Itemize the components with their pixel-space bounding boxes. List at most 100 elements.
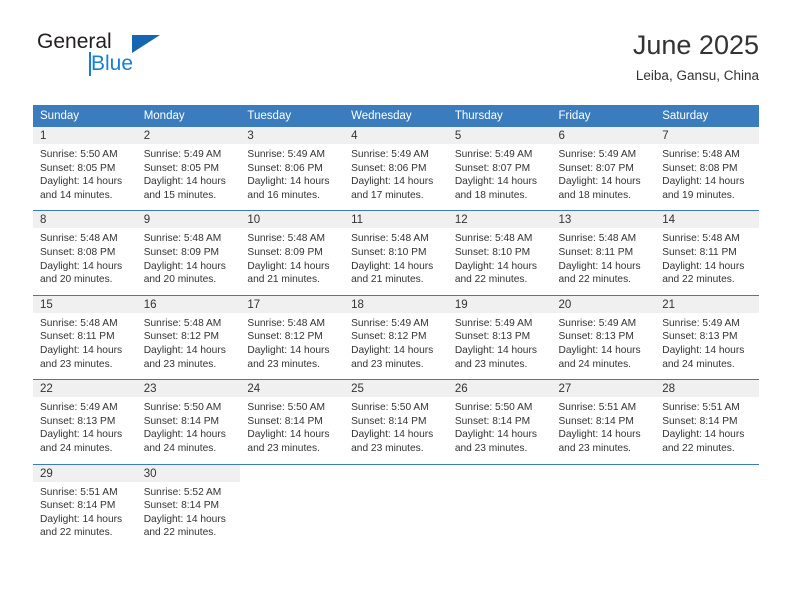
sunset-text: Sunset: 8:14 PM — [351, 415, 427, 427]
day-number — [551, 464, 656, 482]
calendar-day-cell[interactable]: 29 Sunrise: 5:51 AM Sunset: 8:14 PM Dayligh… — [33, 463, 137, 548]
day-details: Sunrise: 5:51 AM Sunset: 8:14 PM Daylight:… — [33, 482, 137, 548]
day-number: 17 — [240, 295, 345, 313]
generalblue-logo[interactable]: General Blue — [33, 28, 213, 86]
calendar-day-cell[interactable]: 28 Sunrise: 5:51 AM Sunset: 8:14 PM Dayligh… — [655, 379, 759, 464]
calendar-day-cell[interactable]: 16 Sunrise: 5:48 AM Sunset: 8:12 PM Dayligh… — [136, 294, 241, 380]
calendar-day-cell[interactable]: 21 Sunrise: 5:49 AM Sunset: 8:13 PM Dayligh… — [655, 294, 759, 380]
calendar-day-cell[interactable]: 14 Sunrise: 5:48 AM Sunset: 8:11 PM Dayligh… — [655, 210, 759, 296]
calendar-day-cell[interactable]: 15 Sunrise: 5:48 AM Sunset: 8:11 PM Dayligh… — [33, 294, 137, 380]
day-details: Sunrise: 5:48 AM Sunset: 8:12 PM Daylight:… — [240, 313, 344, 379]
day-number: 26 — [447, 380, 552, 398]
weekday-header-friday: Friday — [551, 105, 656, 127]
sunrise-text: Sunrise: 5:48 AM — [351, 233, 429, 245]
calendar-day-cell[interactable]: 30 Sunrise: 5:52 AM Sunset: 8:14 PM Dayligh… — [136, 463, 241, 548]
calendar-day-cell[interactable]: 25 Sunrise: 5:50 AM Sunset: 8:14 PM Dayligh… — [344, 379, 448, 464]
calendar-week-row: 8 Sunrise: 5:48 AM Sunset: 8:08 PM Daylight… — [33, 210, 759, 296]
day-number: 6 — [551, 127, 656, 144]
sunrise-text: Sunrise: 5:49 AM — [558, 317, 637, 329]
sunrise-text: Sunrise: 5:51 AM — [40, 486, 118, 498]
sunset-text: Sunset: 8:12 PM — [247, 331, 323, 343]
calendar-day-cell[interactable]: 13 Sunrise: 5:48 AM Sunset: 8:11 PM Dayligh… — [551, 210, 656, 296]
day-details — [344, 482, 448, 544]
sunrise-text: Sunrise: 5:48 AM — [454, 233, 533, 245]
calendar-day-cell[interactable]: 10 Sunrise: 5:48 AM Sunset: 8:09 PM Dayligh… — [240, 210, 345, 296]
sunrise-text: Sunrise: 5:49 AM — [247, 149, 325, 160]
sunset-text: Sunset: 8:10 PM — [454, 246, 531, 258]
day-details: Sunrise: 5:49 AM Sunset: 8:13 PM Daylight:… — [655, 313, 759, 379]
calendar-day-cell[interactable]: 27 Sunrise: 5:51 AM Sunset: 8:14 PM Dayligh… — [551, 379, 656, 464]
daylight-text: Daylight: 14 hours and 20 minutes. — [143, 260, 226, 286]
day-number: 2 — [136, 127, 241, 144]
calendar-day-cell[interactable]: 18 Sunrise: 5:49 AM Sunset: 8:12 PM Dayligh… — [344, 294, 448, 380]
daylight-text: Daylight: 14 hours and 24 minutes. — [558, 344, 641, 370]
calendar-day-cell[interactable]: 7 Sunrise: 5:48 AM Sunset: 8:08 PM Daylight… — [655, 127, 759, 211]
day-details: Sunrise: 5:48 AM Sunset: 8:09 PM Daylight:… — [137, 228, 241, 294]
calendar-day-cell[interactable]: 26 Sunrise: 5:50 AM Sunset: 8:14 PM Dayligh… — [447, 379, 552, 464]
sunset-text: Sunset: 8:07 PM — [454, 162, 531, 174]
title-block: June 2025 Leiba, Gansu, China — [633, 28, 759, 86]
sunrise-text: Sunrise: 5:48 AM — [40, 233, 118, 245]
day-details: Sunrise: 5:50 AM Sunset: 8:14 PM Daylight:… — [137, 397, 241, 463]
daylight-text: Daylight: 14 hours and 24 minutes. — [143, 429, 226, 454]
day-details: Sunrise: 5:50 AM Sunset: 8:05 PM Daylight:… — [33, 144, 137, 210]
sunrise-text: Sunrise: 5:48 AM — [143, 233, 222, 245]
calendar-week-row: 15 Sunrise: 5:48 AM Sunset: 8:11 PM Dayligh… — [33, 294, 759, 380]
calendar-day-cell[interactable]: 17 Sunrise: 5:48 AM Sunset: 8:12 PM Dayligh… — [240, 294, 345, 380]
day-number: 9 — [136, 211, 241, 229]
day-number: 11 — [344, 211, 448, 229]
sunset-text: Sunset: 8:06 PM — [247, 162, 323, 174]
day-number: 12 — [447, 211, 552, 229]
sunset-text: Sunset: 8:13 PM — [40, 415, 116, 427]
calendar-day-cell[interactable]: 11 Sunrise: 5:48 AM Sunset: 8:10 PM Dayligh… — [344, 210, 448, 296]
sunset-text: Sunset: 8:11 PM — [40, 331, 115, 343]
day-number: 18 — [344, 295, 448, 313]
calendar-day-cell[interactable]: 20 Sunrise: 5:49 AM Sunset: 8:13 PM Dayligh… — [551, 294, 656, 380]
calendar-day-cell[interactable]: 4 Sunrise: 5:49 AM Sunset: 8:06 PM Daylight… — [344, 127, 448, 211]
daylight-text: Daylight: 14 hours and 23 minutes. — [247, 429, 330, 454]
sunset-text: Sunset: 8:14 PM — [662, 415, 738, 427]
calendar-header-row: Sunday Monday Tuesday Wednesday Thursday… — [33, 105, 759, 127]
sunrise-text: Sunrise: 5:49 AM — [558, 149, 637, 160]
calendar-day-cell[interactable]: 2 Sunrise: 5:49 AM Sunset: 8:05 PM Daylight… — [136, 127, 241, 211]
calendar-day-cell[interactable]: 6 Sunrise: 5:49 AM Sunset: 8:07 PM Daylight… — [551, 127, 656, 211]
calendar-day-cell[interactable]: 9 Sunrise: 5:48 AM Sunset: 8:09 PM Daylight… — [136, 210, 241, 296]
calendar-cell-empty — [551, 463, 656, 548]
calendar-cell-empty — [344, 463, 448, 548]
day-details: Sunrise: 5:48 AM Sunset: 8:10 PM Daylight:… — [344, 228, 448, 294]
day-number: 19 — [447, 295, 552, 313]
weekday-header-monday: Monday — [136, 105, 241, 127]
calendar-day-cell[interactable]: 12 Sunrise: 5:48 AM Sunset: 8:10 PM Dayligh… — [447, 210, 552, 296]
sunrise-text: Sunrise: 5:48 AM — [143, 317, 222, 329]
sunset-text: Sunset: 8:13 PM — [454, 331, 531, 343]
sunrise-text: Sunrise: 5:51 AM — [558, 402, 637, 414]
calendar-day-cell[interactable]: 24 Sunrise: 5:50 AM Sunset: 8:14 PM Dayligh… — [240, 379, 345, 464]
calendar-cell-empty — [447, 463, 552, 548]
day-number: 21 — [655, 295, 759, 313]
weekday-header-wednesday: Wednesday — [344, 105, 448, 127]
calendar-day-cell[interactable]: 1 Sunrise: 5:50 AM Sunset: 8:05 PM Daylight… — [33, 127, 137, 211]
sunset-text: Sunset: 8:14 PM — [40, 500, 116, 512]
day-details: Sunrise: 5:50 AM Sunset: 8:14 PM Daylight:… — [240, 397, 344, 463]
day-number: 27 — [551, 380, 656, 398]
day-number: 4 — [344, 127, 448, 144]
calendar-day-cell[interactable]: 8 Sunrise: 5:48 AM Sunset: 8:08 PM Daylight… — [33, 210, 137, 296]
daylight-text: Daylight: 14 hours and 17 minutes. — [351, 176, 434, 201]
sunrise-text: Sunrise: 5:49 AM — [40, 402, 118, 414]
sunrise-text: Sunrise: 5:48 AM — [247, 317, 325, 329]
calendar-day-cell[interactable]: 22 Sunrise: 5:49 AM Sunset: 8:13 PM Dayligh… — [33, 379, 137, 464]
calendar-day-cell[interactable]: 23 Sunrise: 5:50 AM Sunset: 8:14 PM Dayligh… — [136, 379, 241, 464]
weekday-header-saturday: Saturday — [655, 105, 759, 127]
daylight-text: Daylight: 14 hours and 21 minutes. — [351, 260, 434, 286]
calendar-week-row: 29 Sunrise: 5:51 AM Sunset: 8:14 PM Dayligh… — [33, 463, 759, 548]
sunrise-text: Sunrise: 5:48 AM — [662, 149, 740, 160]
calendar-day-cell[interactable]: 19 Sunrise: 5:49 AM Sunset: 8:13 PM Dayligh… — [447, 294, 552, 380]
calendar-day-cell[interactable]: 5 Sunrise: 5:49 AM Sunset: 8:07 PM Daylight… — [447, 127, 552, 211]
day-details: Sunrise: 5:49 AM Sunset: 8:07 PM Daylight:… — [552, 144, 656, 210]
day-number — [240, 464, 345, 482]
calendar-day-cell[interactable]: 3 Sunrise: 5:49 AM Sunset: 8:06 PM Daylight… — [240, 127, 345, 211]
daylight-text: Daylight: 14 hours and 22 minutes. — [454, 260, 537, 286]
day-details: Sunrise: 5:48 AM Sunset: 8:08 PM Daylight:… — [33, 228, 137, 294]
sunset-text: Sunset: 8:09 PM — [143, 246, 220, 258]
sunrise-text: Sunrise: 5:50 AM — [454, 402, 533, 414]
